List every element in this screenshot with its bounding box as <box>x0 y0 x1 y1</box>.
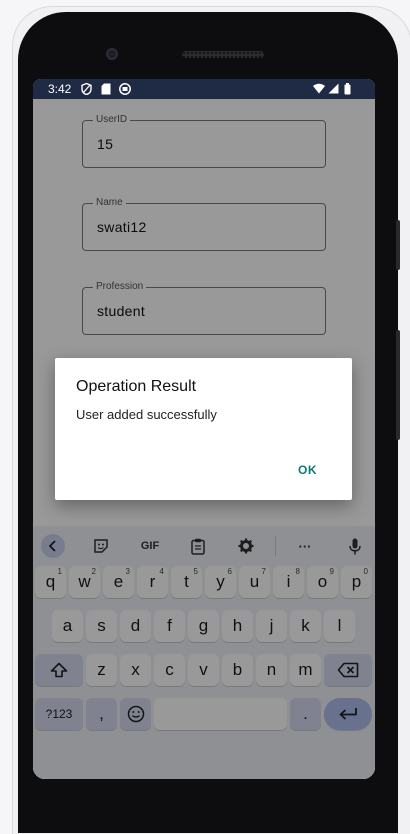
front-camera <box>106 48 118 60</box>
notification-icon <box>119 83 131 95</box>
cellular-signal-icon <box>328 83 339 94</box>
operation-result-dialog: Operation Result User added successfully… <box>55 358 352 500</box>
wifi-icon <box>313 83 325 94</box>
shield-icon <box>81 83 92 95</box>
status-time: 3:42 <box>48 82 72 96</box>
status-bar: 3:42 <box>33 79 375 99</box>
volume-button <box>396 330 400 440</box>
ok-button[interactable]: OK <box>298 463 317 477</box>
dialog-message: User added successfully <box>76 407 217 422</box>
battery-icon <box>344 83 351 95</box>
earpiece-speaker <box>182 51 264 58</box>
sd-card-icon <box>101 83 111 95</box>
dialog-title: Operation Result <box>76 378 197 395</box>
power-button <box>396 220 400 270</box>
screen: 3:42 UserID 15 Name swati12 Profession s… <box>33 79 375 779</box>
